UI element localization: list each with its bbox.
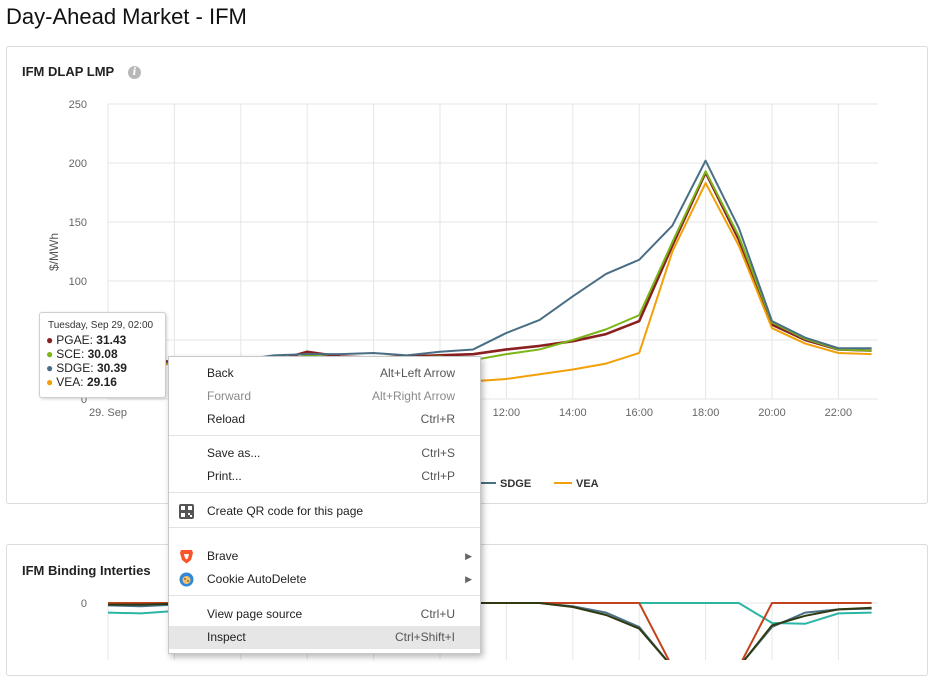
- tooltip-series-value: 30.39: [96, 361, 127, 375]
- menu-item-label: View page source: [207, 607, 303, 621]
- menu-item-inspect[interactable]: Inspect Ctrl+Shift+I: [169, 626, 480, 649]
- menu-separator: [169, 492, 480, 493]
- series-dot-icon: ●: [46, 375, 54, 389]
- menu-item-reload[interactable]: Reload Ctrl+R: [169, 408, 480, 431]
- menu-separator: [169, 595, 480, 596]
- menu-item-label: Create QR code for this page: [207, 504, 364, 518]
- menu-item-label: Print...: [207, 469, 242, 483]
- menu-item-label: Inspect: [207, 630, 246, 644]
- series-dot-icon: ●: [46, 347, 54, 361]
- submenu-arrow-icon: ▶: [465, 551, 472, 561]
- tooltip-row: ● SDGE: 30.39: [46, 361, 127, 375]
- series-dot-icon: ●: [46, 361, 54, 375]
- series-dot-icon: ●: [46, 333, 54, 347]
- chart-tooltip: Tuesday, Sep 29, 02:00 ● PGAE: 31.43 ● SCE…: [39, 312, 166, 398]
- menu-item-view-page-source[interactable]: View page source Ctrl+U: [169, 603, 480, 626]
- menu-item-label: Brave: [207, 549, 239, 563]
- menu-item-brave[interactable]: Brave ▶: [169, 545, 480, 568]
- menu-item-shortcut: Ctrl+S: [421, 446, 455, 460]
- tooltip-series-name: SDGE: [56, 361, 91, 375]
- tooltip-series-value: 29.16: [86, 375, 117, 389]
- menu-item-label: Save as...: [207, 446, 261, 460]
- brave-lion-icon: [180, 550, 193, 564]
- menu-item-label: Back: [207, 366, 234, 380]
- menu-item-back[interactable]: Back Alt+Left Arrow: [169, 362, 480, 385]
- menu-item-shortcut: Ctrl+P: [421, 469, 455, 483]
- context-menu: Back Alt+Left Arrow Forward Alt+Right Ar…: [168, 356, 481, 654]
- menu-item-cookie-autodelete[interactable]: Cookie AutoDelete ▶: [169, 568, 480, 591]
- submenu-arrow-icon: ▶: [465, 574, 472, 584]
- tooltip-row: ● SCE: 30.08: [46, 347, 118, 361]
- qr-code-icon: [179, 504, 194, 519]
- menu-item-shortcut: Ctrl+Shift+I: [394, 630, 455, 644]
- menu-item-shortcut: Ctrl+R: [420, 412, 455, 426]
- tooltip-series-value: 30.08: [87, 347, 118, 361]
- tooltip-row: ● VEA: 29.16: [46, 375, 117, 389]
- menu-separator: [169, 527, 480, 528]
- menu-item-create-qr-code[interactable]: Create QR code for this page: [169, 500, 480, 523]
- menu-item-print[interactable]: Print... Ctrl+P: [169, 465, 480, 488]
- tooltip-series-name: VEA: [56, 375, 81, 389]
- menu-separator: [169, 435, 480, 436]
- tooltip-row: ● PGAE: 31.43: [46, 333, 127, 347]
- menu-item-label: Cookie AutoDelete: [207, 572, 307, 586]
- menu-item-shortcut: Ctrl+U: [420, 607, 455, 621]
- menu-item-save-as[interactable]: Save as... Ctrl+S: [169, 442, 480, 465]
- cookie-autodelete-icon: [179, 572, 194, 587]
- menu-item-label: Forward: [207, 389, 252, 403]
- menu-item-shortcut: Alt+Left Arrow: [379, 366, 455, 380]
- tooltip-header: Tuesday, Sep 29, 02:00: [48, 320, 154, 331]
- tooltip-series-name: SCE: [56, 347, 81, 361]
- menu-item-label: Reload: [207, 412, 246, 426]
- menu-item-forward[interactable]: Forward Alt+Right Arrow: [169, 385, 480, 408]
- menu-item-shortcut: Alt+Right Arrow: [371, 389, 455, 403]
- binding-y-tick: 0: [81, 598, 87, 610]
- tooltip-series-value: 31.43: [96, 333, 127, 347]
- tooltip-series-name: PGAE: [56, 333, 90, 347]
